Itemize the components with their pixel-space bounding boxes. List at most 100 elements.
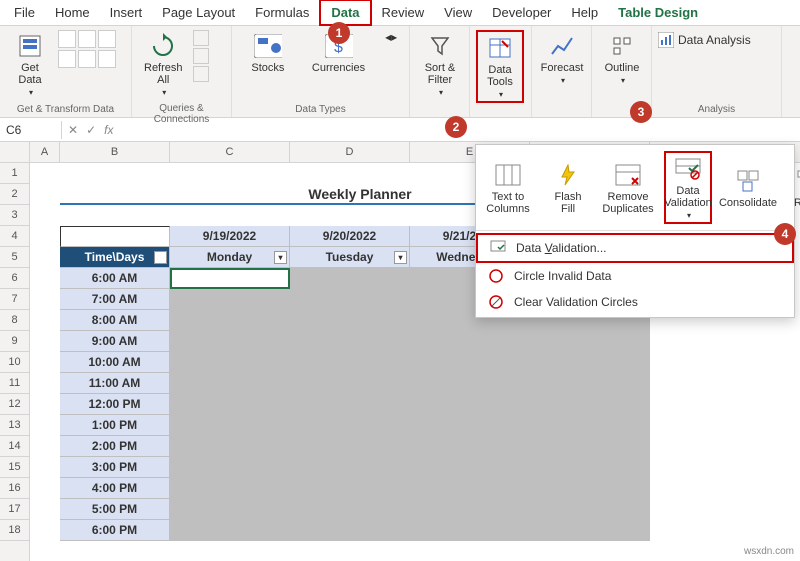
tab-view[interactable]: View [434, 1, 482, 24]
planner-cell[interactable] [170, 310, 290, 331]
remove-duplicates-button[interactable]: Remove Duplicates [604, 151, 652, 224]
tab-home[interactable]: Home [45, 1, 100, 24]
data-tools-icon [486, 34, 514, 62]
planner-cell[interactable] [290, 520, 410, 541]
planner-cell[interactable] [530, 331, 650, 352]
watermark: wsxdn.com [744, 546, 794, 557]
planner-cell[interactable] [530, 499, 650, 520]
planner-cell[interactable] [410, 499, 530, 520]
flash-fill-button[interactable]: Flash Fill [544, 151, 592, 224]
fx-enter-icon[interactable]: ✓ [86, 123, 96, 137]
planner-cell[interactable] [410, 436, 530, 457]
planner-cell[interactable] [530, 436, 650, 457]
forecast-button[interactable]: Forecast▾ [538, 30, 586, 87]
tab-file[interactable]: File [4, 1, 45, 24]
planner-cell[interactable] [290, 289, 410, 310]
planner-cell[interactable] [530, 394, 650, 415]
filter-dropdown-icon[interactable]: ▾ [154, 251, 167, 264]
planner-cell[interactable] [170, 268, 290, 289]
menu-circle-invalid[interactable]: Circle Invalid Data [476, 263, 794, 289]
data-tools-button[interactable]: Data Tools▾ [476, 30, 524, 103]
planner-cell[interactable] [530, 478, 650, 499]
menu-clear-circles[interactable]: Clear Validation Circles [476, 289, 794, 315]
formula-bar: C6 ✕ ✓ fx [0, 118, 800, 142]
stocks-button[interactable]: Stocks [244, 30, 292, 76]
planner-cell[interactable] [170, 289, 290, 310]
corner-header[interactable]: Time\Days▾ [60, 247, 170, 268]
planner-cell[interactable] [290, 352, 410, 373]
remove-duplicates-icon [614, 161, 642, 189]
name-box[interactable]: C6 [0, 121, 62, 139]
relationships-button[interactable]: Relati [784, 151, 800, 224]
planner-cell[interactable] [170, 457, 290, 478]
planner-cell[interactable] [410, 352, 530, 373]
planner-cell[interactable] [410, 373, 530, 394]
planner-cell[interactable] [290, 415, 410, 436]
get-data-small-icons[interactable] [58, 30, 116, 68]
time-cell: 4:00 PM [60, 478, 170, 499]
time-cell: 1:00 PM [60, 415, 170, 436]
planner-cell[interactable] [170, 331, 290, 352]
time-cell: 9:00 AM [60, 331, 170, 352]
planner-cell[interactable] [530, 415, 650, 436]
time-cell: 11:00 AM [60, 373, 170, 394]
planner-cell[interactable] [410, 415, 530, 436]
tab-review[interactable]: Review [372, 1, 435, 24]
planner-cell[interactable] [170, 499, 290, 520]
planner-cell[interactable] [530, 457, 650, 478]
time-cell: 5:00 PM [60, 499, 170, 520]
group-queries: Queries & Connections [136, 101, 227, 127]
planner-cell[interactable] [290, 478, 410, 499]
planner-cell[interactable] [170, 352, 290, 373]
planner-cell[interactable] [290, 394, 410, 415]
time-cell: 6:00 AM [60, 268, 170, 289]
tab-table-design[interactable]: Table Design [608, 1, 708, 24]
tab-developer[interactable]: Developer [482, 1, 561, 24]
planner-cell[interactable] [290, 436, 410, 457]
row-hdr-1[interactable]: 1 [0, 163, 29, 184]
date-header: 9/19/2022 [170, 226, 290, 247]
planner-cell[interactable] [290, 373, 410, 394]
data-validation-split-button[interactable]: Data Validation▾ [664, 151, 712, 224]
day-header[interactable]: Monday▾ [170, 247, 290, 268]
consolidate-button[interactable]: Consolidate [724, 151, 772, 224]
fx-icon[interactable]: fx [104, 123, 113, 137]
planner-cell[interactable] [410, 478, 530, 499]
text-to-columns-button[interactable]: Text to Columns [484, 151, 532, 224]
planner-cell[interactable] [170, 520, 290, 541]
outline-icon [608, 32, 636, 60]
planner-cell[interactable] [530, 520, 650, 541]
refresh-all-button[interactable]: Refresh All▾ [138, 30, 189, 99]
planner-cell[interactable] [410, 394, 530, 415]
tab-help[interactable]: Help [561, 1, 608, 24]
menu-data-validation[interactable]: Data Validation... [476, 233, 794, 263]
get-data-button[interactable]: Get Data▾ [6, 30, 54, 99]
planner-cell[interactable] [530, 352, 650, 373]
stocks-icon [254, 32, 282, 60]
planner-cell[interactable] [170, 415, 290, 436]
tab-insert[interactable]: Insert [100, 1, 153, 24]
tab-formulas[interactable]: Formulas [245, 1, 319, 24]
planner-cell[interactable] [170, 394, 290, 415]
data-analysis-button[interactable]: Data Analysis [658, 32, 751, 48]
planner-cell[interactable] [530, 373, 650, 394]
planner-cell[interactable] [170, 436, 290, 457]
planner-cell[interactable] [410, 331, 530, 352]
planner-cell[interactable] [170, 478, 290, 499]
callout-3: 3 [630, 101, 652, 123]
planner-cell[interactable] [290, 268, 410, 289]
tab-data[interactable]: Data [319, 0, 371, 26]
fx-cancel-icon[interactable]: ✕ [68, 123, 78, 137]
planner-cell[interactable] [410, 457, 530, 478]
tab-page-layout[interactable]: Page Layout [152, 1, 245, 24]
circle-invalid-icon [488, 268, 504, 284]
planner-cell[interactable] [290, 457, 410, 478]
planner-cell[interactable] [410, 520, 530, 541]
planner-cell[interactable] [290, 331, 410, 352]
planner-cell[interactable] [290, 499, 410, 520]
sort-filter-button[interactable]: Sort & Filter▾ [416, 30, 464, 99]
planner-cell[interactable] [170, 373, 290, 394]
outline-button[interactable]: Outline▾ [598, 30, 646, 87]
planner-cell[interactable] [290, 310, 410, 331]
consolidate-icon [734, 167, 762, 195]
